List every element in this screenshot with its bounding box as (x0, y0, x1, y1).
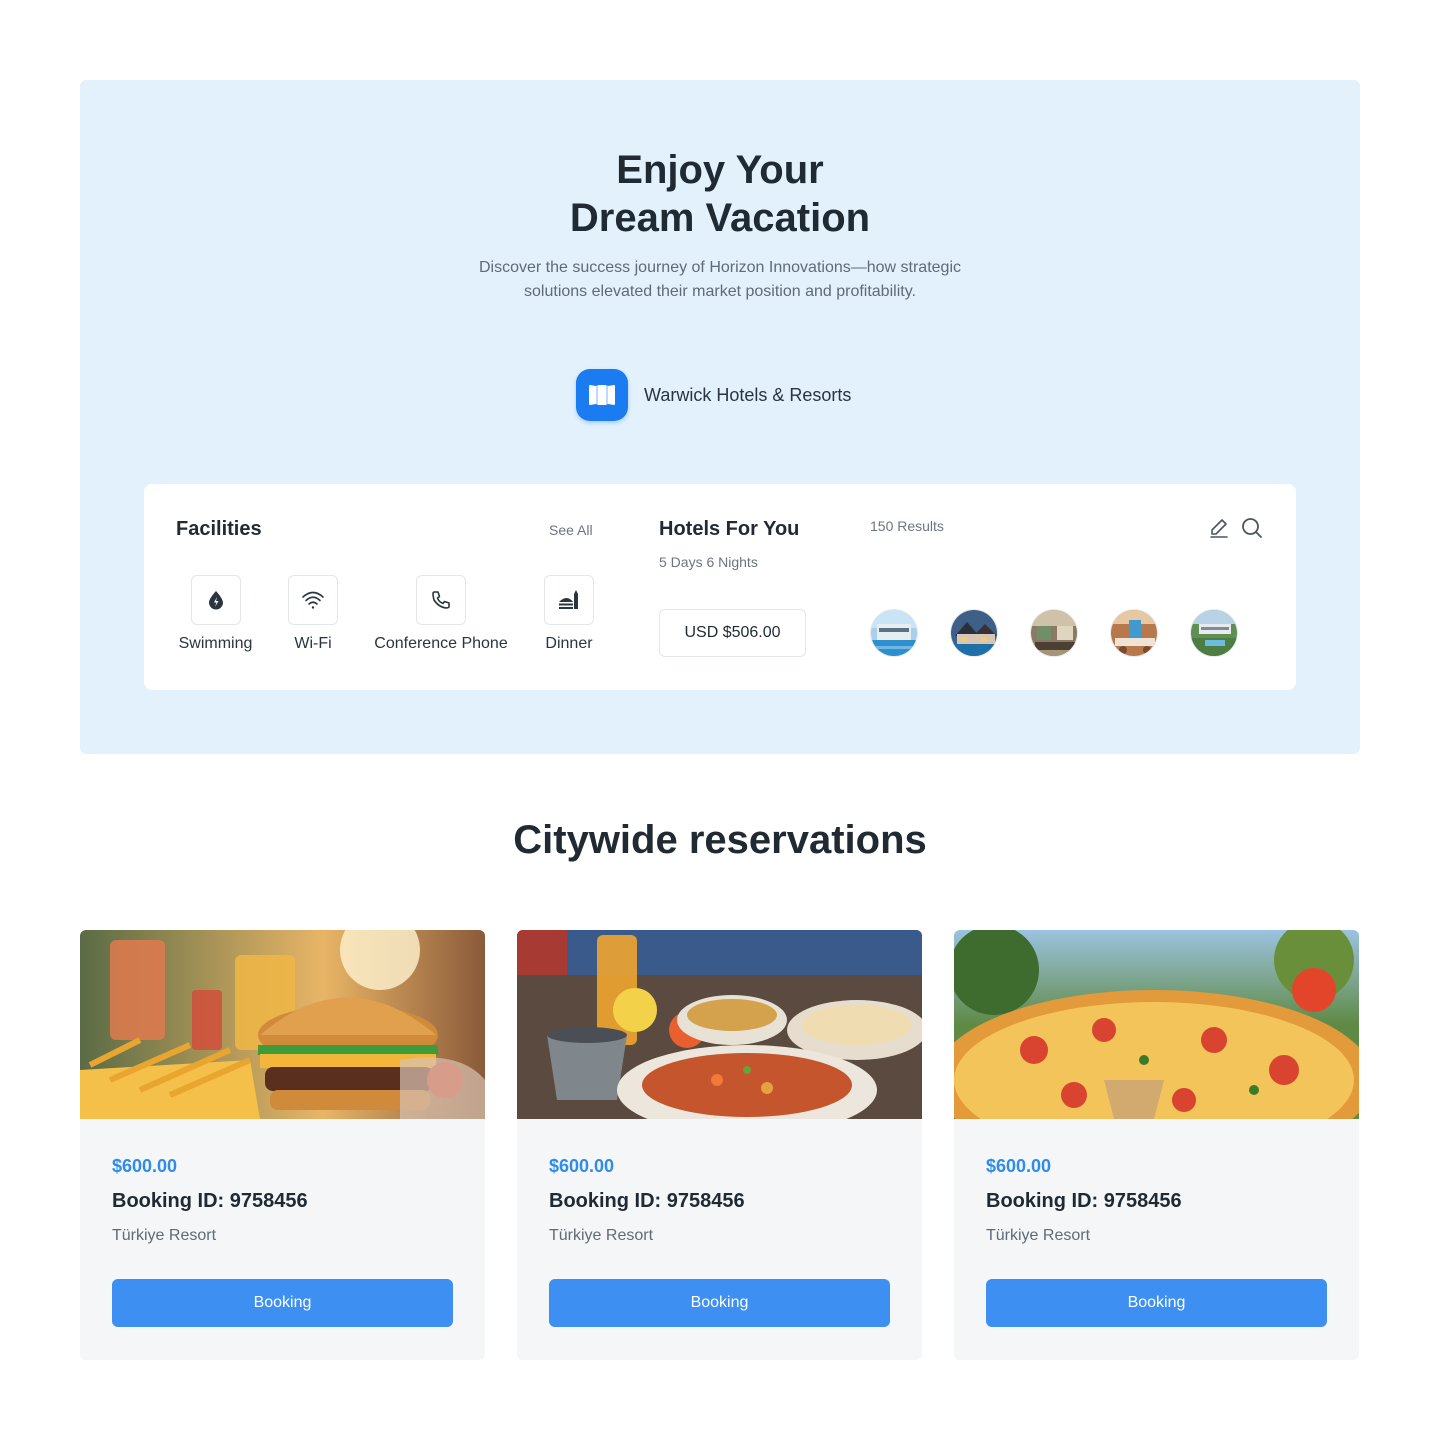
card-location: Türkiye Resort (549, 1227, 654, 1244)
hero-subtitle-line1: Discover the success journey of Horizon … (479, 259, 961, 276)
card-booking-id: Booking ID: 9758456 (112, 1190, 308, 1212)
hotels-price-badge: USD $506.00 (659, 609, 806, 657)
hotel-thumbnail[interactable] (950, 609, 998, 657)
phone-icon (416, 575, 466, 625)
booking-button[interactable]: Booking (112, 1279, 453, 1327)
facility-conference-phone[interactable]: Conference Phone (370, 575, 512, 653)
brand-logo-icon (576, 369, 628, 421)
hotels-duration: 5 Days 6 Nights (659, 554, 758, 570)
booking-button[interactable]: Booking (986, 1279, 1327, 1327)
see-all-link[interactable]: See All (549, 522, 593, 538)
burger-fries-photo (80, 930, 485, 1119)
facility-label: Swimming (178, 635, 253, 652)
hotel-thumbnail[interactable] (1030, 609, 1078, 657)
card-price: $600.00 (549, 1156, 615, 1176)
wifi-icon (288, 575, 338, 625)
curry-flatbread-photo (517, 930, 922, 1135)
hero-section: Enjoy Your Dream Vacation Discover the s… (80, 80, 1360, 754)
search-icon[interactable] (1240, 516, 1264, 540)
card-booking-id: Booking ID: 9758456 (986, 1190, 1182, 1212)
reservation-card: $600.00 Booking ID: 9758456 Türkiye Reso… (80, 930, 485, 1360)
hero-title: Enjoy Your Dream Vacation (80, 146, 1360, 242)
facility-label: Dinner (545, 635, 593, 652)
card-price: $600.00 (112, 1156, 178, 1176)
hotels-results-count: 150 Results (870, 518, 944, 534)
card-price: $600.00 (986, 1156, 1052, 1176)
hero-subtitle-line2: solutions elevated their market position… (524, 283, 916, 300)
facility-label: Conference Phone (374, 635, 508, 652)
card-location: Türkiye Resort (112, 1227, 217, 1244)
hotel-thumbnail[interactable] (1110, 609, 1158, 657)
water-drop-icon (190, 575, 241, 625)
card-booking-id: Booking ID: 9758456 (549, 1190, 745, 1212)
hotel-thumbnail[interactable] (1190, 609, 1238, 657)
hero-subtitle: Discover the success journey of Horizon … (420, 256, 1020, 304)
hotels-title: Hotels For You (659, 518, 800, 540)
facilities-title: Facilities (176, 518, 262, 540)
dinner-icon (544, 575, 594, 625)
hotel-thumbnail[interactable] (870, 609, 918, 657)
pizza-photo (954, 930, 1359, 1170)
reservation-card: $600.00 Booking ID: 9758456 Türkiye Reso… (954, 930, 1359, 1360)
section-title: Citywide reservations (513, 818, 927, 862)
card-location: Türkiye Resort (986, 1227, 1091, 1244)
facility-dinner[interactable]: Dinner (544, 575, 594, 653)
facility-label: Wi-Fi (294, 635, 332, 652)
reservation-card: $600.00 Booking ID: 9758456 Türkiye Reso… (517, 930, 922, 1360)
edit-icon[interactable] (1207, 516, 1231, 540)
hero-title-line2: Dream Vacation (569, 196, 871, 240)
hero-title-line1: Enjoy Your (616, 148, 824, 192)
brand[interactable]: Warwick Hotels & Resorts (576, 368, 851, 422)
facilities-hotels-panel: Facilities See All Swimming Wi-Fi Confer… (144, 484, 1296, 690)
facility-swimming[interactable]: Swimming (176, 575, 255, 653)
facility-wifi[interactable]: Wi-Fi (288, 575, 338, 653)
brand-name: Warwick Hotels & Resorts (644, 384, 852, 405)
booking-button[interactable]: Booking (549, 1279, 890, 1327)
